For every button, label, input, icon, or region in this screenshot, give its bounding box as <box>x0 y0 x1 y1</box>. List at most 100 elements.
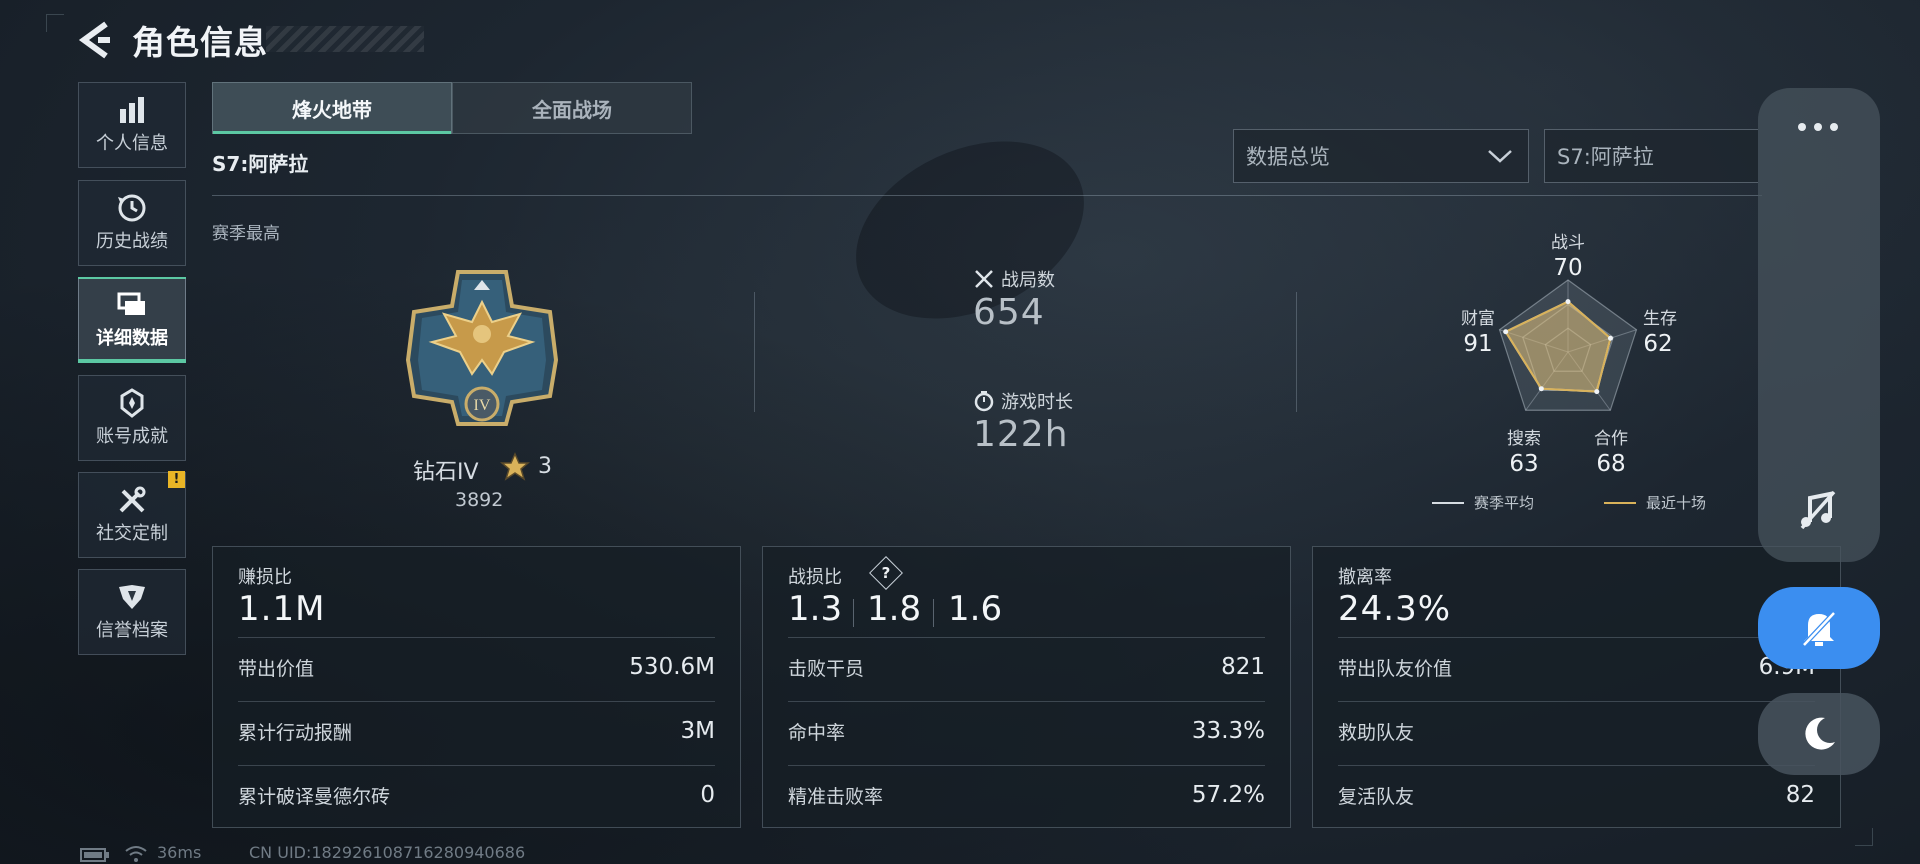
legend-recent-ten: 最近十场 <box>1646 494 1707 512</box>
view-select-value: 数据总览 <box>1246 145 1330 169</box>
divider <box>238 765 715 766</box>
sidebar-item-label: 个人信息 <box>96 133 168 154</box>
dark-mode-button[interactable] <box>1758 693 1880 775</box>
sidebar-item-match-history[interactable]: 历史战绩 <box>78 180 186 266</box>
radar-label-wealth: 财富 <box>1461 309 1495 329</box>
stat-value: 821 <box>1221 654 1265 680</box>
radar-label-search: 搜索 <box>1507 429 1541 449</box>
tab-hazard-zone[interactable]: 烽火地带 <box>212 82 452 134</box>
sidebar-item-social-customize[interactable]: 社交定制 ! <box>78 471 186 558</box>
combat-card: 战损比 ? 1.3 1.8 1.6 击败干员 821 命中率 33.3% 精准击… <box>762 546 1291 828</box>
sidebar-item-credit-file[interactable]: 信誉档案 <box>78 569 186 655</box>
moon-icon <box>1805 717 1835 750</box>
shield-emblem-icon <box>115 582 149 612</box>
divider <box>1338 637 1815 638</box>
card-main-value: 24.3% <box>1338 589 1452 629</box>
legend-swatch-recent <box>1604 502 1636 504</box>
sidebar-item-achievements[interactable]: 账号成就 <box>78 375 186 461</box>
divider <box>1296 292 1297 412</box>
card-main-value: 1.1M <box>238 589 326 629</box>
stat-label: 带出价值 <box>238 657 315 680</box>
playtime-value: 122h <box>973 414 1069 455</box>
alert-badge: ! <box>168 471 185 488</box>
uid-readout: CN UID:182926108716280940686 <box>249 843 526 862</box>
page-title: 角色信息 <box>132 23 268 62</box>
stat-row: 累计行动报酬 3M <box>238 711 715 751</box>
divider <box>1338 765 1815 766</box>
sidebar-item-label: 历史战绩 <box>96 231 168 252</box>
divider <box>788 765 1265 766</box>
radar-value-wealth: 91 <box>1463 331 1493 357</box>
bell-off-icon <box>1800 609 1838 649</box>
sidebar-item-label: 详细数据 <box>96 328 168 349</box>
stat-label: 击败干员 <box>788 657 865 680</box>
stat-row: 击败干员 821 <box>788 647 1265 687</box>
hud-corner <box>46 14 64 32</box>
stat-label: 精准击败率 <box>788 785 884 808</box>
folders-icon <box>115 290 149 320</box>
stat-value: 33.3% <box>1191 718 1265 744</box>
stat-row: 复活队友 82 <box>1338 775 1815 815</box>
divider <box>212 195 1762 196</box>
season-best-label: 赛季最高 <box>212 224 280 244</box>
sidebar-item-label: 信誉档案 <box>96 620 168 641</box>
divider <box>788 637 1265 638</box>
season-select[interactable]: S7:阿萨拉 <box>1544 129 1758 183</box>
radar-value-search: 63 <box>1509 451 1539 477</box>
radar-label-combat: 战斗 <box>1551 233 1585 253</box>
stat-label: 累计行动报酬 <box>238 721 353 744</box>
rank-name: 钻石IV <box>413 460 479 485</box>
divider <box>933 599 934 627</box>
stopwatch-icon <box>974 391 994 412</box>
stat-value: 57.2% <box>1191 782 1265 808</box>
season-title: S7:阿萨拉 <box>212 152 309 176</box>
crossed-swords-icon <box>975 270 993 288</box>
svg-text:IV: IV <box>474 397 491 414</box>
help-glyph: ? <box>881 564 891 582</box>
rank-score: 3892 <box>455 489 504 511</box>
tab-full-battlefield[interactable]: 全面战场 <box>452 82 692 134</box>
radar-label-survival: 生存 <box>1643 309 1677 329</box>
help-icon[interactable]: ? <box>869 556 903 590</box>
card-title: 赚损比 <box>238 567 292 588</box>
clock-history-icon <box>115 193 149 223</box>
playtime-label: 游戏时长 <box>1001 392 1073 413</box>
stat-value: 530.6M <box>629 654 715 680</box>
bar-chart-icon <box>115 95 149 125</box>
chevron-down-icon <box>1488 150 1512 163</box>
kd-ratio-3: 1.6 <box>948 589 1003 629</box>
extraction-card: 撤离率 24.3% 带出队友价值 6.9M 救助队友 复活队友 82 <box>1312 546 1841 828</box>
profit-card: 赚损比 1.1M 带出价值 530.6M 累计行动报酬 3M 累计破译曼德尔砖 … <box>212 546 741 828</box>
matches-value: 654 <box>973 292 1045 333</box>
stat-value: 82 <box>1785 782 1815 808</box>
star-icon <box>500 452 530 481</box>
view-select[interactable]: 数据总览 <box>1233 129 1529 183</box>
stat-row: 精准击败率 57.2% <box>788 775 1265 815</box>
stat-label: 救助队友 <box>1338 721 1415 744</box>
achievement-icon <box>115 388 149 418</box>
notification-mute-button[interactable] <box>1758 587 1880 669</box>
sidebar-item-detailed-data[interactable]: 详细数据 <box>78 277 186 363</box>
hud-corner <box>1855 828 1873 846</box>
card-title: 撤离率 <box>1338 567 1392 588</box>
stat-label: 复活队友 <box>1338 785 1415 808</box>
sidebar-item-label: 社交定制 <box>96 523 168 544</box>
more-options-icon[interactable] <box>1796 120 1840 134</box>
tools-icon <box>115 485 149 515</box>
wifi-icon <box>125 846 147 862</box>
sidebar-item-personal-info[interactable]: 个人信息 <box>78 82 186 168</box>
radar-point <box>1607 335 1613 341</box>
stat-label: 累计破译曼德尔砖 <box>238 785 391 808</box>
back-arrow-icon[interactable] <box>76 20 112 60</box>
divider <box>238 701 715 702</box>
kd-ratio-1: 1.3 <box>788 589 843 629</box>
stat-row: 带出队友价值 6.9M <box>1338 647 1815 687</box>
radar-point <box>1565 299 1571 305</box>
battery-icon <box>80 848 109 862</box>
divider <box>238 637 715 638</box>
divider <box>853 599 854 627</box>
radar-value-cooperation: 68 <box>1596 451 1626 477</box>
radar-value-combat: 70 <box>1553 255 1583 281</box>
stat-value: 3M <box>680 718 715 744</box>
music-off-icon[interactable] <box>1796 488 1840 532</box>
